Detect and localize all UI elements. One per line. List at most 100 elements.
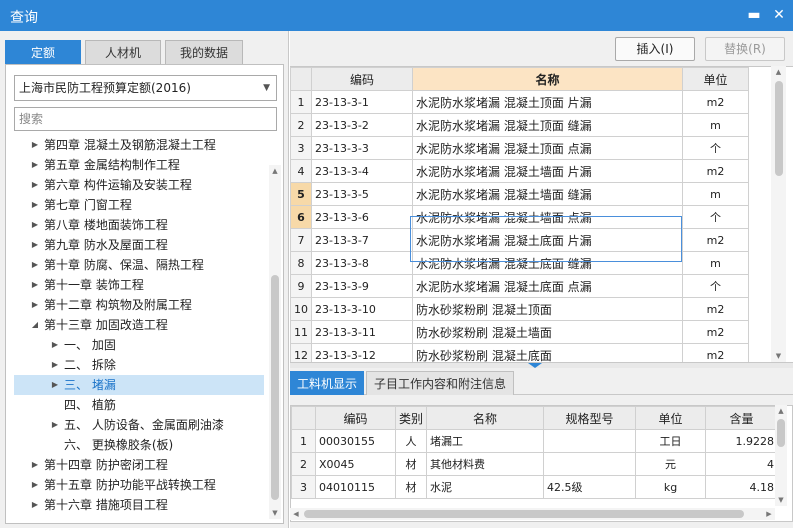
row-unit[interactable]: m2 [682,343,749,362]
scroll-thumb[interactable] [271,275,279,500]
row-name[interactable]: 水泥防水浆堵漏 混凝土顶面 缝漏 [412,113,683,137]
column-header-code[interactable]: 编码 [311,67,413,91]
pane-splitter[interactable] [290,362,793,368]
column-header-quantity[interactable]: 含量 [705,406,779,430]
scroll-down-icon[interactable]: ▼ [775,494,787,506]
table-row[interactable]: 5 23-13-3-5 水泥防水浆堵漏 混凝土墙面 缝漏 m [290,182,749,206]
tree-node[interactable]: ▶ 第五章 金属结构制作工程 [14,155,264,175]
row-spec[interactable] [543,429,637,453]
table-row[interactable]: 1 23-13-3-1 水泥防水浆堵漏 混凝土顶面 片漏 m2 [290,90,749,114]
table-row[interactable]: 3 23-13-3-3 水泥防水浆堵漏 混凝土顶面 点漏个 [290,136,749,160]
row-index[interactable]: 8 [290,251,312,275]
row-quantity[interactable]: 4 [705,452,779,476]
minimize-icon[interactable]: ▬ [745,6,763,24]
row-unit[interactable]: m [682,113,749,137]
replace-button[interactable]: 替换(R) [705,37,785,61]
scroll-up-icon[interactable]: ▲ [771,66,786,78]
tab-my-data[interactable]: 我的数据 [165,40,243,64]
column-header-unit[interactable]: 单位 [635,406,707,430]
table-row[interactable]: 11 23-13-3-11 防水砂浆粉刷 混凝土墙面 m2 [290,320,749,344]
row-name[interactable]: 防水砂浆粉刷 混凝土底面 [412,343,683,362]
scroll-up-icon[interactable]: ▲ [269,165,281,177]
tab-quota[interactable]: 定额 [5,40,81,64]
row-name[interactable]: 堵漏工 [426,429,545,453]
row-code[interactable]: 23-13-3-9 [311,274,413,298]
row-spec[interactable] [543,452,637,476]
row-code[interactable]: 23-13-3-3 [311,136,413,160]
tree-node[interactable]: ▶ 二、 拆除 [14,355,264,375]
collapsed-arrow-icon[interactable]: ▶ [30,155,40,175]
row-type[interactable]: 材 [394,452,428,476]
row-unit[interactable]: m [682,251,749,275]
table-row[interactable]: 12 23-13-3-12 防水砂浆粉刷 混凝土底面 m2 [290,343,749,362]
row-name[interactable]: 水泥防水浆堵漏 混凝土墙面 点漏 [412,205,683,229]
table-row[interactable]: 2 X0045 材其他材料费 元 4 [291,452,779,476]
collapse-arrow-icon[interactable] [528,363,542,368]
tree-node[interactable]: ▶ 第四章 混凝土及钢筋混凝土工程 [14,135,264,155]
collapsed-arrow-icon[interactable]: ▶ [30,235,40,255]
quota-library-select[interactable]: 上海市民防工程预算定额(2016) ▼ [14,75,277,101]
table-row[interactable]: 4 23-13-3-4 水泥防水浆堵漏 混凝土墙面 片漏 m2 [290,159,749,183]
row-index[interactable]: 9 [290,274,312,298]
collapsed-arrow-icon[interactable]: ▶ [30,135,40,155]
tree-node[interactable]: ▶ 三、 堵漏 [14,375,264,395]
column-header-unit[interactable]: 单位 [682,67,749,91]
row-code[interactable]: X0045 [315,452,396,476]
scroll-thumb[interactable] [775,81,783,176]
expanded-arrow-icon[interactable]: ◢ [30,315,40,335]
row-index[interactable]: 6 [290,205,312,229]
row-code[interactable]: 23-13-3-5 [311,182,413,206]
row-code[interactable]: 23-13-3-1 [311,90,413,114]
row-unit[interactable]: kg [635,475,707,499]
scroll-down-icon[interactable]: ▼ [771,350,786,362]
tree-scrollbar[interactable]: ▲ ▼ [269,165,281,519]
tree-node[interactable]: ▶ 五、 人防设备、金属面刷油漆 [14,415,264,435]
table-row[interactable]: 1 00030155 人堵漏工 工日 1.9228 [291,429,779,453]
scroll-down-icon[interactable]: ▼ [269,507,281,519]
row-index[interactable]: 3 [291,475,316,499]
table-row[interactable]: 8 23-13-3-8 水泥防水浆堵漏 混凝土底面 缝漏 m [290,251,749,275]
tab-resource-display[interactable]: 工料机显示 [290,371,364,395]
collapsed-arrow-icon[interactable]: ▶ [30,275,40,295]
collapsed-arrow-icon[interactable]: ▶ [50,355,60,375]
row-index[interactable]: 7 [290,228,312,252]
row-index[interactable]: 10 [290,297,312,321]
row-code[interactable]: 04010115 [315,475,396,499]
tree-node[interactable]: ◢ 第十三章 加固改造工程 [14,315,264,335]
row-index[interactable]: 5 [290,182,312,206]
tree-node[interactable]: ▶ 一、 加固 [14,335,264,355]
row-quantity[interactable]: 1.9228 [705,429,779,453]
row-name[interactable]: 水泥防水浆堵漏 混凝土墙面 片漏 [412,159,683,183]
scroll-thumb[interactable] [304,510,744,518]
row-name[interactable]: 水泥防水浆堵漏 混凝土墙面 缝漏 [412,182,683,206]
row-code[interactable]: 23-13-3-4 [311,159,413,183]
column-header-code[interactable]: 编码 [315,406,396,430]
resource-scrollbar[interactable]: ▲ ▼ [775,405,787,506]
collapsed-arrow-icon[interactable]: ▶ [50,335,60,355]
table-row[interactable]: 3 04010115 材水泥 42.5级 kg 4.18 [291,475,779,499]
column-header-name[interactable]: 名称 [426,406,545,430]
tree-node[interactable]: ▶ 第十六章 措施项目工程 [14,495,264,515]
row-unit[interactable]: 元 [635,452,707,476]
insert-button[interactable]: 插入(I) [615,37,695,61]
chevron-down-icon[interactable]: ▼ [263,76,270,100]
collapsed-arrow-icon[interactable]: ▶ [30,255,40,275]
close-icon[interactable]: ✕ [770,6,788,24]
row-unit[interactable]: m2 [682,320,749,344]
row-name[interactable]: 水泥防水浆堵漏 混凝土顶面 点漏 [412,136,683,160]
tree-node[interactable]: ▶ 第十二章 构筑物及附属工程 [14,295,264,315]
row-index[interactable]: 1 [290,90,312,114]
row-code[interactable]: 23-13-3-2 [311,113,413,137]
collapsed-arrow-icon[interactable]: ▶ [30,175,40,195]
row-name[interactable]: 水泥防水浆堵漏 混凝土顶面 片漏 [412,90,683,114]
row-index[interactable]: 3 [290,136,312,160]
collapsed-arrow-icon[interactable]: ▶ [30,195,40,215]
row-name[interactable]: 水泥 [426,475,545,499]
tree-node[interactable]: ▶ 第十一章 装饰工程 [14,275,264,295]
row-code[interactable]: 23-13-3-7 [311,228,413,252]
tree-node[interactable]: ▶ 第八章 楼地面装饰工程 [14,215,264,235]
table-row[interactable]: 9 23-13-3-9 水泥防水浆堵漏 混凝土底面 点漏个 [290,274,749,298]
grid-scrollbar[interactable]: ▲ ▼ [771,66,786,362]
table-row[interactable]: 6 23-13-3-6 水泥防水浆堵漏 混凝土墙面 点漏个 [290,205,749,229]
column-header-spec[interactable]: 规格型号 [543,406,637,430]
